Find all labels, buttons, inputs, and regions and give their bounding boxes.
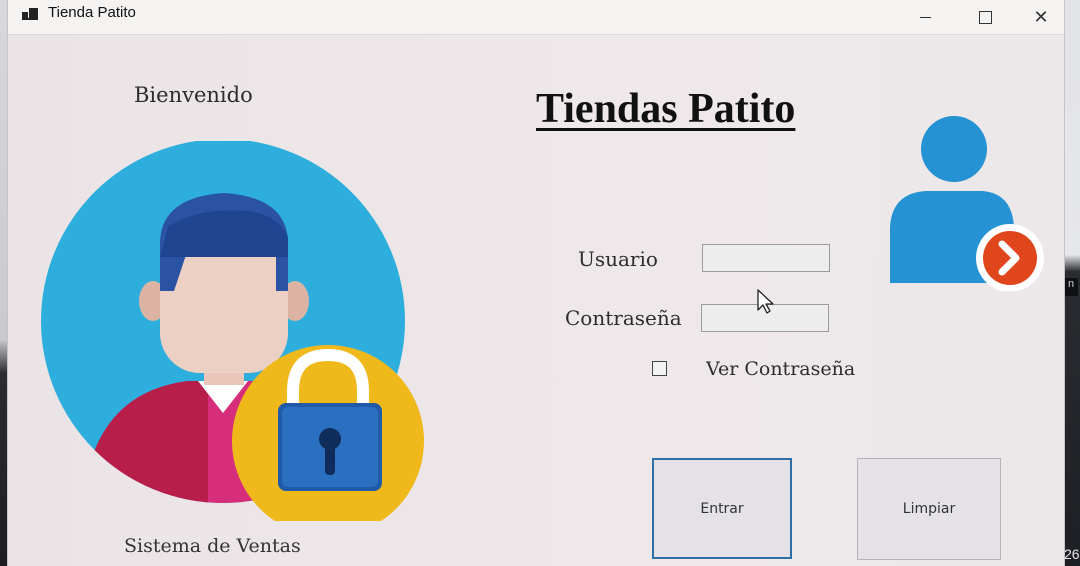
- enter-button-label: Entrar: [700, 500, 744, 517]
- title-bar[interactable]: Tienda Patito ✕: [8, 0, 1064, 35]
- password-label: Contraseña: [565, 306, 682, 330]
- show-password-checkbox[interactable]: [652, 361, 667, 376]
- user-lock-illustration: [41, 141, 424, 521]
- minimize-icon: [919, 16, 931, 18]
- show-password-label[interactable]: Ver Contraseña: [706, 358, 855, 380]
- clear-button[interactable]: Limpiar: [857, 458, 1001, 560]
- username-label: Usuario: [578, 247, 658, 271]
- taskbar-clock-fragment: 26: [1064, 546, 1080, 562]
- user-login-icon: [890, 116, 1044, 291]
- maximize-icon: [978, 10, 992, 24]
- close-button[interactable]: ✕: [1018, 0, 1064, 34]
- desktop-side-marker: n: [1064, 278, 1078, 296]
- window-title: Tienda Patito: [48, 4, 136, 21]
- username-input[interactable]: [702, 244, 830, 272]
- mouse-pointer-icon: [757, 289, 774, 314]
- clear-button-label: Limpiar: [902, 501, 956, 517]
- close-icon: ✕: [1033, 6, 1049, 27]
- brand-title: Tiendas Patito: [536, 86, 796, 132]
- system-subtitle: Sistema de Ventas: [124, 535, 301, 557]
- minimize-button[interactable]: [902, 0, 948, 34]
- login-window: Tienda Patito ✕ Bienvenido Tiendas Patit…: [8, 0, 1064, 566]
- form-client-area: Bienvenido Tiendas Patito Usuario Contra…: [8, 35, 1064, 566]
- enter-button[interactable]: Entrar: [652, 458, 792, 559]
- maximize-button[interactable]: [962, 0, 1008, 34]
- welcome-label: Bienvenido: [134, 83, 253, 107]
- app-window-icon: [22, 6, 38, 20]
